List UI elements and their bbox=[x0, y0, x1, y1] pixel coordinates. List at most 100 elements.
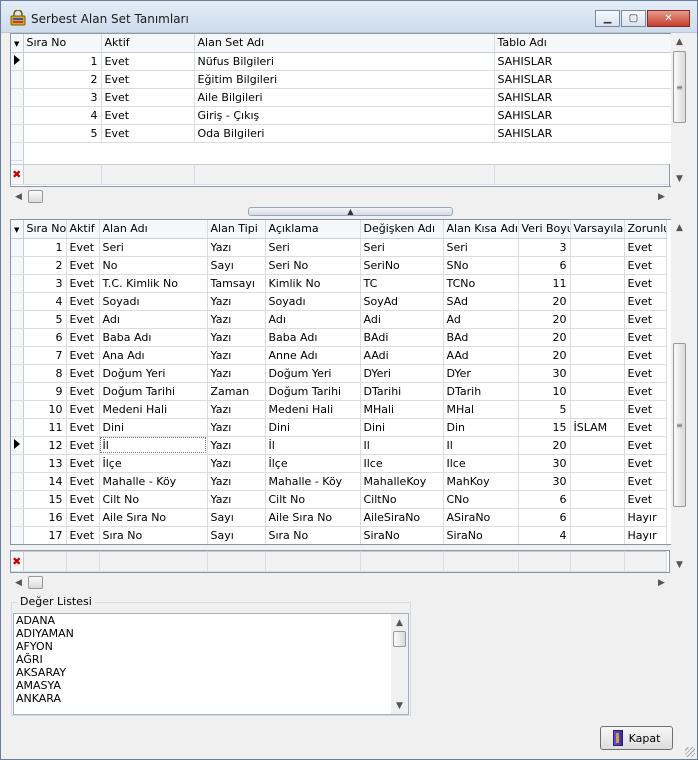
table-cell-degisken[interactable]: MHali bbox=[360, 400, 444, 419]
table-cell-sira[interactable]: 10 bbox=[23, 400, 67, 419]
table-cell-ad[interactable]: Medeni Hali bbox=[99, 400, 208, 419]
table-cell-ad[interactable]: T.C. Kimlik No bbox=[99, 274, 208, 293]
table-row[interactable]: 4 Evet Giriş - Çıkış SAHISLAR bbox=[11, 106, 672, 125]
table-cell-aktif[interactable]: Evet bbox=[66, 400, 100, 419]
table-cell-tip[interactable]: Zaman bbox=[207, 382, 266, 401]
scroll-thumb[interactable] bbox=[393, 631, 406, 647]
table-cell-aktif[interactable]: Evet bbox=[66, 310, 100, 329]
table-cell-varsayilan[interactable] bbox=[570, 454, 625, 473]
table-cell-aktif[interactable]: Evet bbox=[66, 364, 100, 383]
table-row[interactable]: 5 Evet Adı Yazı Adı Adi Ad 20 Evet bbox=[11, 310, 667, 329]
list-item[interactable]: AMASYA bbox=[14, 679, 408, 692]
scroll-right-arrow-icon[interactable]: ▶ bbox=[653, 574, 670, 591]
table-cell-aktif[interactable]: Evet bbox=[66, 490, 100, 509]
table-cell-tablo[interactable]: SAHISLAR bbox=[494, 124, 672, 143]
table-cell-aktif[interactable]: Evet bbox=[66, 292, 100, 311]
table-cell-degisken[interactable]: AAdi bbox=[360, 346, 444, 365]
table-cell-zorunlu[interactable]: Evet bbox=[624, 292, 667, 311]
table-row[interactable]: 2 Evet No Sayı Seri No SeriNo SNo 6 Evet bbox=[11, 256, 667, 275]
table-cell-kisa[interactable]: DYer bbox=[443, 364, 519, 383]
table-cell-kisa[interactable]: SiraNo bbox=[443, 526, 519, 544]
maximize-button[interactable]: ▢ bbox=[621, 10, 646, 27]
table-cell-ad[interactable]: Ana Adı bbox=[99, 346, 208, 365]
table-cell-degisken[interactable]: Ilce bbox=[360, 454, 444, 473]
table-cell-ad[interactable]: Giriş - Çıkış bbox=[194, 106, 495, 125]
table-row[interactable]: 12 Evet İl Yazı İl Il Il 20 Evet bbox=[11, 436, 667, 455]
fields-vertical-scrollbar[interactable]: ▲ ≡ ▼ bbox=[671, 219, 688, 573]
list-item[interactable]: AĞRI bbox=[14, 653, 408, 666]
fields-col-zorunlu[interactable]: Zorunlu bbox=[624, 220, 667, 239]
table-cell-zorunlu[interactable]: Evet bbox=[624, 256, 667, 275]
table-cell-sira[interactable]: 4 bbox=[23, 292, 67, 311]
table-cell-boyu[interactable]: 20 bbox=[518, 346, 571, 365]
table-cell-degisken[interactable]: Dini bbox=[360, 418, 444, 437]
table-row[interactable]: 10 Evet Medeni Hali Yazı Medeni Hali MHali MHa… bbox=[11, 400, 667, 419]
table-cell-boyu[interactable]: 6 bbox=[518, 256, 571, 275]
scroll-up-arrow-icon[interactable]: ▲ bbox=[391, 614, 408, 631]
list-item[interactable]: ADANA bbox=[14, 614, 408, 627]
table-cell-tip[interactable]: Yazı bbox=[207, 400, 266, 419]
table-cell-boyu[interactable]: 11 bbox=[518, 274, 571, 293]
table-cell-sira[interactable]: 11 bbox=[23, 418, 67, 437]
table-cell-boyu[interactable]: 20 bbox=[518, 436, 571, 455]
sets-col-tablo[interactable]: Tablo Adı bbox=[494, 34, 672, 53]
scroll-up-arrow-icon[interactable]: ▲ bbox=[671, 33, 688, 50]
value-list-scrollbar[interactable]: ▲ ▼ bbox=[391, 614, 408, 714]
list-item[interactable]: ADIYAMAN bbox=[14, 627, 408, 640]
table-cell-kisa[interactable]: DTarih bbox=[443, 382, 519, 401]
row-indicator[interactable] bbox=[11, 454, 24, 473]
table-cell-boyu[interactable]: 15 bbox=[518, 418, 571, 437]
row-indicator[interactable] bbox=[11, 238, 24, 257]
table-cell-degisken[interactable]: Il bbox=[360, 436, 444, 455]
scroll-left-arrow-icon[interactable]: ◀ bbox=[10, 188, 27, 205]
table-cell-varsayilan[interactable] bbox=[570, 238, 625, 257]
table-cell-aciklama[interactable]: Kimlik No bbox=[265, 274, 361, 293]
table-cell-kisa[interactable]: Ad bbox=[443, 310, 519, 329]
table-cell-ad[interactable]: Aile Bilgileri bbox=[194, 88, 495, 107]
table-row[interactable]: 9 Evet Doğum Tarihi Zaman Doğum Tarihi DTarih… bbox=[11, 382, 667, 401]
table-row[interactable]: 4 Evet Soyadı Yazı Soyadı SoyAd SAd 20 Evet bbox=[11, 292, 667, 311]
table-cell-boyu[interactable]: 5 bbox=[518, 400, 571, 419]
table-cell-varsayilan[interactable] bbox=[570, 400, 625, 419]
table-cell-varsayilan[interactable] bbox=[570, 364, 625, 383]
row-indicator[interactable] bbox=[11, 346, 24, 365]
fields-col-ad[interactable]: Alan Adı bbox=[99, 220, 208, 239]
table-cell-tip[interactable]: Yazı bbox=[207, 364, 266, 383]
row-indicator[interactable] bbox=[11, 382, 24, 401]
sets-col-aktif[interactable]: Aktif bbox=[101, 34, 195, 53]
table-cell-aktif[interactable]: Evet bbox=[101, 88, 195, 107]
table-row[interactable]: 7 Evet Ana Adı Yazı Anne Adı AAdi AAd 20 Evet bbox=[11, 346, 667, 365]
table-cell-degisken[interactable]: BAdi bbox=[360, 328, 444, 347]
table-cell-aktif[interactable]: Evet bbox=[101, 52, 195, 71]
table-cell-aciklama[interactable]: İl bbox=[265, 436, 361, 455]
row-indicator[interactable] bbox=[11, 124, 24, 143]
table-row[interactable]: 3 Evet Aile Bilgileri SAHISLAR bbox=[11, 88, 672, 107]
table-cell-sira[interactable]: 7 bbox=[23, 346, 67, 365]
row-indicator[interactable] bbox=[11, 70, 24, 89]
fields-horizontal-scrollbar[interactable]: ◀ ▶ bbox=[10, 574, 670, 591]
table-cell-zorunlu[interactable]: Evet bbox=[624, 436, 667, 455]
table-cell-zorunlu[interactable]: Evet bbox=[624, 490, 667, 509]
table-cell-tip[interactable]: Sayı bbox=[207, 526, 266, 544]
table-cell-sira[interactable]: 16 bbox=[23, 508, 67, 527]
row-indicator[interactable] bbox=[11, 328, 24, 347]
table-cell-aktif[interactable]: Evet bbox=[66, 382, 100, 401]
table-cell-kisa[interactable]: Ilce bbox=[443, 454, 519, 473]
table-cell-aktif[interactable]: Evet bbox=[101, 106, 195, 125]
table-cell-degisken[interactable]: TC bbox=[360, 274, 444, 293]
table-cell-aciklama[interactable]: Medeni Hali bbox=[265, 400, 361, 419]
scroll-thumb[interactable]: ≡ bbox=[673, 51, 686, 123]
table-cell-boyu[interactable]: 30 bbox=[518, 472, 571, 491]
table-cell-aktif[interactable]: Evet bbox=[66, 256, 100, 275]
table-cell-kisa[interactable]: ASiraNo bbox=[443, 508, 519, 527]
table-cell-aciklama[interactable]: Soyadı bbox=[265, 292, 361, 311]
table-cell-varsayilan[interactable] bbox=[570, 382, 625, 401]
table-cell-degisken[interactable]: SeriNo bbox=[360, 256, 444, 275]
sets-horizontal-scrollbar[interactable]: ◀ ▶ bbox=[10, 188, 670, 205]
table-cell-ad[interactable]: Adı bbox=[99, 310, 208, 329]
table-cell-varsayilan[interactable] bbox=[570, 436, 625, 455]
table-cell-aciklama[interactable]: Dini bbox=[265, 418, 361, 437]
table-row[interactable]: 3 Evet T.C. Kimlik No Tamsayı Kimlik No TC TCN… bbox=[11, 274, 667, 293]
minimize-button[interactable]: ▁ bbox=[595, 10, 620, 27]
table-row[interactable]: 8 Evet Doğum Yeri Yazı Doğum Yeri DYeri DYer 30… bbox=[11, 364, 667, 383]
